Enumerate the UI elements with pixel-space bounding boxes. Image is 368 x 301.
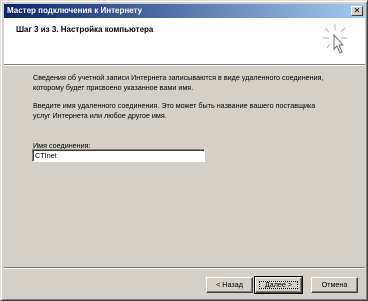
cancel-button-label: Отмена (321, 280, 348, 289)
back-button[interactable]: < Назад (206, 277, 253, 293)
wizard-header: Шаг 3 из 3. Настройка компьютера (4, 18, 365, 64)
wizard-wand-icon (323, 24, 347, 54)
wizard-window: Мастер подключения к Интернету ✕ Шаг 3 и… (0, 0, 368, 301)
close-icon: ✕ (353, 6, 361, 15)
next-button-label: Далее > (264, 280, 293, 289)
instruction-paragraph: Введите имя удаленного соединения. Это м… (33, 101, 316, 120)
title-bar: Мастер подключения к Интернету ✕ (4, 4, 365, 18)
close-button[interactable]: ✕ (351, 6, 363, 16)
back-button-label: < Назад (216, 280, 243, 289)
header-separator (4, 64, 365, 66)
step-title: Шаг 3 из 3. Настройка компьютера (16, 25, 154, 34)
info-paragraph: Сведения об учетной записи Интернета зап… (33, 73, 324, 92)
cancel-button[interactable]: Отмена (311, 277, 358, 293)
footer-separator (4, 267, 365, 269)
connection-name-input[interactable]: CTInet (32, 149, 205, 162)
window-title: Мастер подключения к Интернету (7, 6, 143, 15)
next-button[interactable]: Далее > (254, 276, 303, 294)
